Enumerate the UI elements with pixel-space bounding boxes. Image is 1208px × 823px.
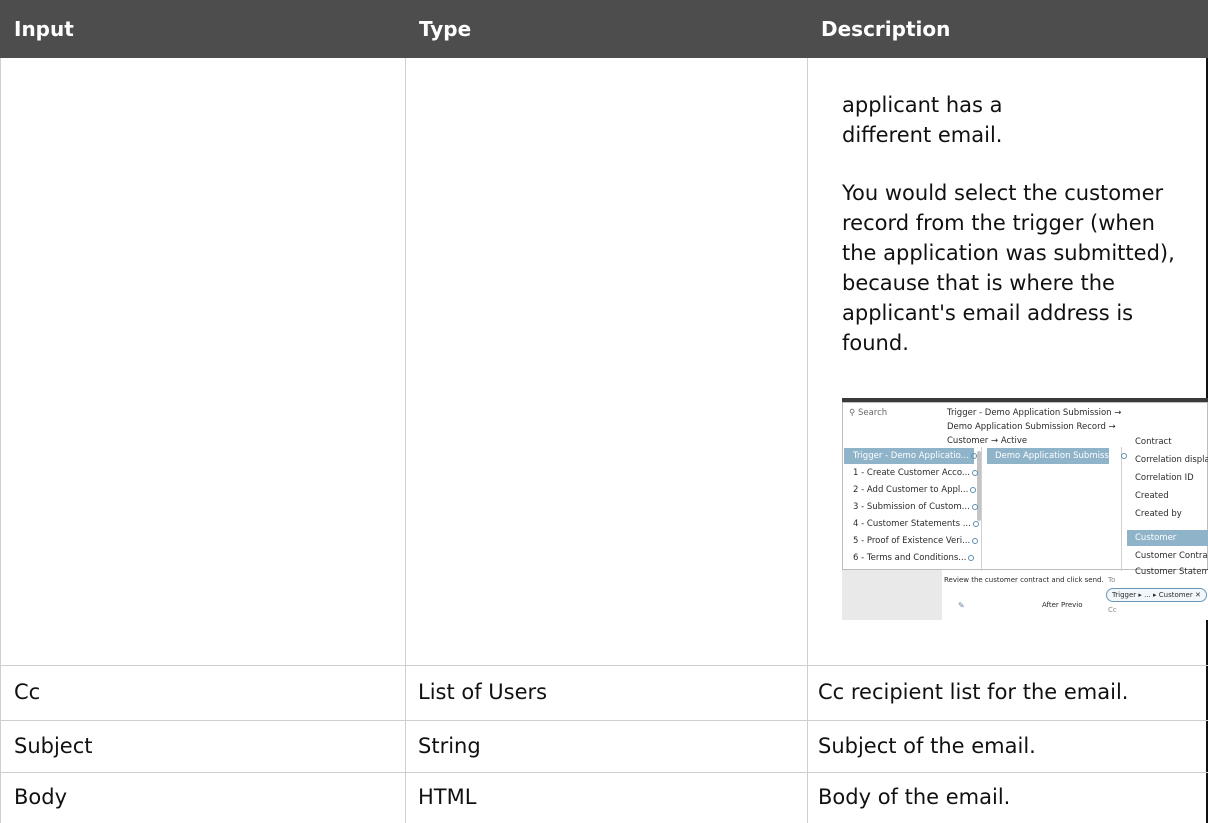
table-row-description: Body of the email. <box>818 785 1011 809</box>
embedded-screenshot: ⚲ Search Trigger - Demo Application Subm… <box>842 398 1208 620</box>
picker-item[interactable]: 6 - Terms and Conditions... <box>853 553 975 563</box>
picker-item[interactable]: Correlation ID <box>1135 473 1194 483</box>
search-field[interactable]: ⚲ Search <box>849 408 887 418</box>
picker-item[interactable]: 1 - Create Customer Acco... <box>853 468 978 478</box>
table-row-type: HTML <box>418 785 477 809</box>
breadcrumb: Trigger - Demo Application Submission → <box>947 408 1122 418</box>
grid-line <box>0 720 1208 721</box>
picker-item[interactable]: Demo Application Submissi... <box>995 451 1128 461</box>
table-row-input: Subject <box>14 734 93 758</box>
picker-item[interactable]: Correlation display <box>1135 455 1208 465</box>
grid-line <box>0 665 1208 666</box>
picker-item[interactable]: 3 - Submission of Custom... <box>853 502 978 512</box>
description-paragraph: applicant has a different email. <box>842 93 1003 147</box>
grid-line <box>0 58 1 823</box>
table-row-input: Cc <box>14 680 41 704</box>
picker-item[interactable]: Customer <box>1135 533 1176 543</box>
picker-item[interactable]: Customer Contrac <box>1135 551 1208 561</box>
table-row-type: String <box>418 734 481 758</box>
picker-item[interactable]: Created by <box>1135 509 1182 519</box>
picker-item[interactable]: Created <box>1135 491 1169 501</box>
column-divider <box>1121 447 1122 571</box>
info-icon <box>1121 452 1128 459</box>
after-previous-label: After Previo <box>1042 601 1083 609</box>
table-row-type: List of Users <box>418 680 548 704</box>
pencil-icon[interactable]: ✎ <box>958 601 965 610</box>
header-type: Type <box>405 0 807 58</box>
description-paragraph: You would select the customer record fro… <box>842 181 1175 355</box>
info-icon <box>971 469 978 476</box>
info-icon <box>970 486 977 493</box>
header-input: Input <box>0 0 405 58</box>
cc-label: Cc <box>1108 606 1117 614</box>
breadcrumb: Customer → Active <box>947 436 1028 446</box>
table-row-description: Cc recipient list for the email. <box>818 680 1129 704</box>
table-row-description: Subject of the email. <box>818 734 1036 758</box>
picker-item[interactable]: Trigger - Demo Applicatio... <box>853 451 977 461</box>
info-icon <box>972 537 979 544</box>
documentation-table: Input Type Description applicant has a d… <box>0 0 1208 823</box>
step-description: Review the customer contract and click s… <box>944 576 1104 584</box>
picker-item[interactable]: 2 - Add Customer to Appl... <box>853 485 977 495</box>
picker-item[interactable]: Contract <box>1135 437 1172 447</box>
breadcrumb: Demo Application Submission Record → <box>947 422 1116 432</box>
column-divider <box>981 447 982 571</box>
header-description: Description <box>807 0 1208 58</box>
to-label: To <box>1108 576 1116 584</box>
grid-line <box>0 772 1208 773</box>
info-icon <box>971 503 978 510</box>
table-row-input: Body <box>14 785 68 809</box>
info-icon <box>972 520 979 527</box>
search-placeholder: Search <box>857 408 888 418</box>
picker-item[interactable]: Customer Stateme <box>1135 567 1208 577</box>
description-continued-1: applicant has a different email. <box>842 90 1202 150</box>
info-icon <box>968 554 975 561</box>
picker-item[interactable]: 5 - Proof of Existence Veri... <box>853 536 979 546</box>
description-continued-2: You would select the customer record fro… <box>842 178 1192 358</box>
customer-chip[interactable]: Trigger ▸ ... ▸ Customer ✕ <box>1106 588 1207 602</box>
grid-line <box>405 58 406 823</box>
search-icon: ⚲ <box>849 408 856 418</box>
grid-line <box>807 58 808 823</box>
info-icon <box>970 452 977 459</box>
picker-item[interactable]: 4 - Customer Statements ... <box>853 519 979 529</box>
picker-panel: ⚲ Search Trigger - Demo Application Subm… <box>842 402 1208 577</box>
